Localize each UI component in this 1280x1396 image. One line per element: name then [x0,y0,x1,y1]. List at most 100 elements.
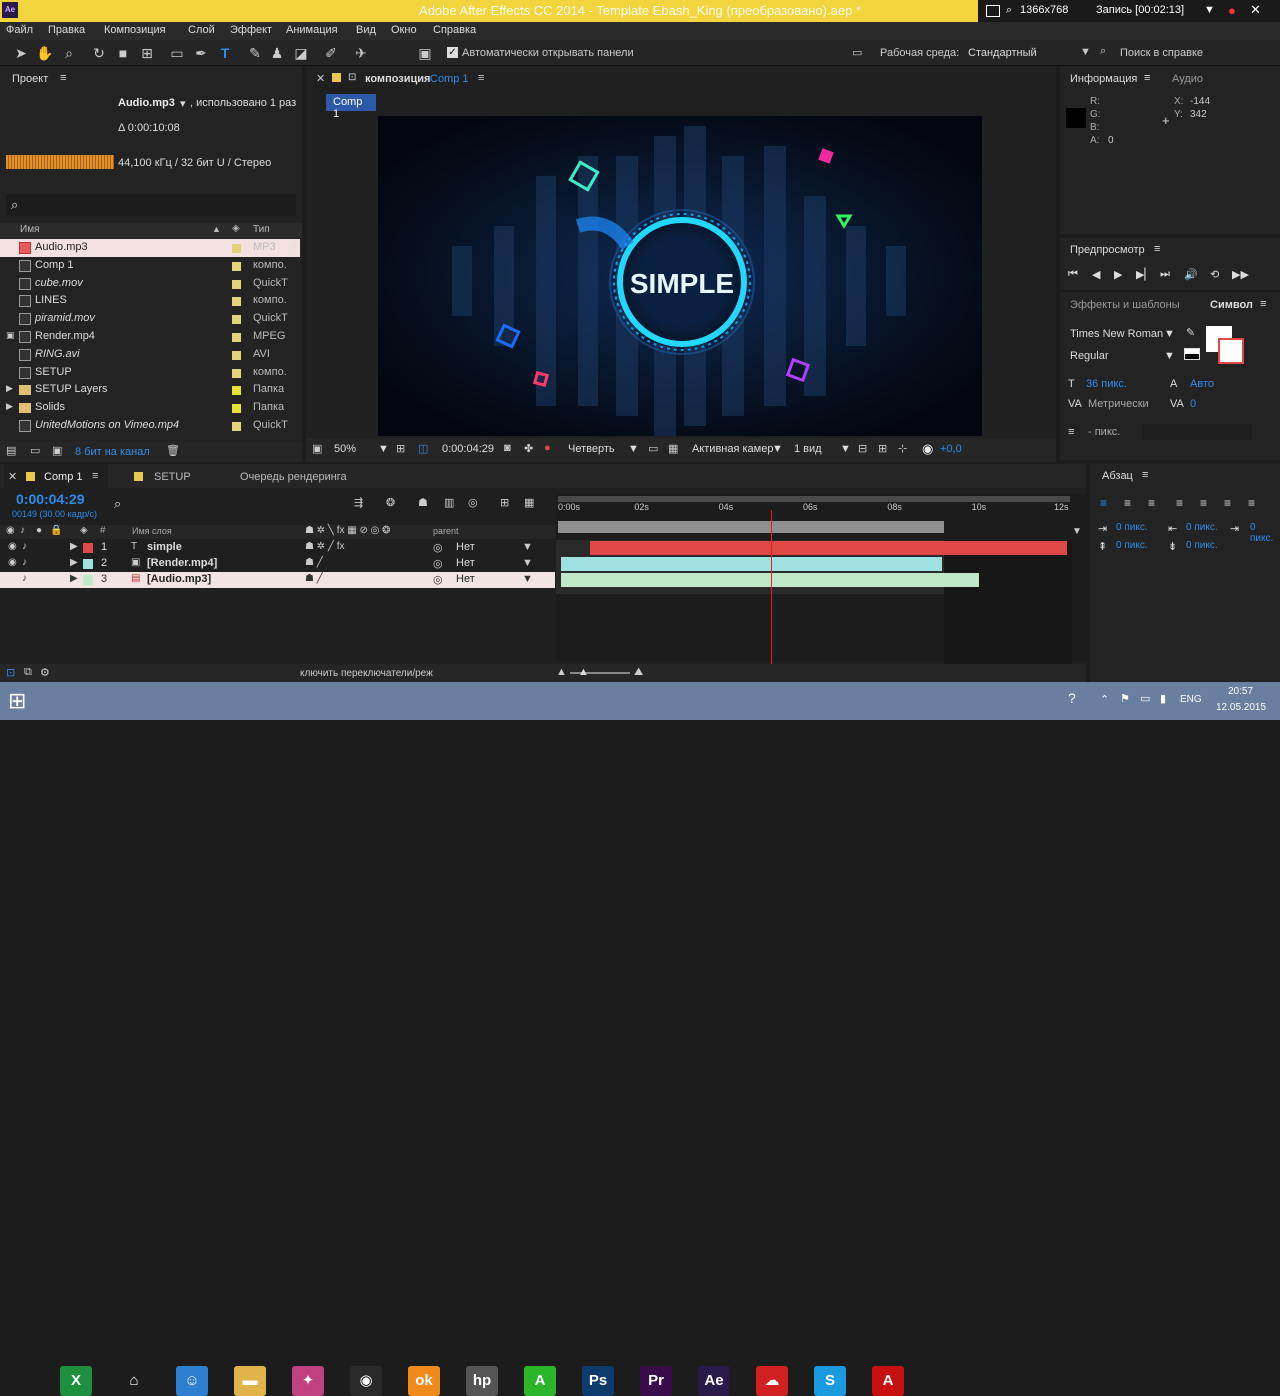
selection-tool-icon[interactable]: ➤ [12,44,30,62]
region-of-interest-icon[interactable]: ▭ [648,442,658,455]
previous-frame-icon[interactable]: ◀ [1092,268,1100,281]
project-item[interactable]: LINES компо. [0,292,300,310]
frame-blending-icon[interactable]: ▥ [444,496,454,509]
font-family-select[interactable]: Times New Roman [1070,328,1163,340]
eye-icon[interactable]: ◉ [8,557,17,568]
justify-all-icon[interactable]: ≡ [1248,496,1255,510]
project-search-input[interactable] [6,194,296,216]
pick-whip-icon[interactable]: ◎ [433,541,443,554]
solo-icon[interactable]: ● [36,525,42,536]
viewer-timecode[interactable]: 0:00:04:29 [442,443,494,455]
odnoklassniki-icon[interactable]: ok [408,1366,440,1396]
puppet-tool-icon[interactable]: ✈ [352,44,370,62]
creative-cloud-icon[interactable]: ☁ [756,1366,788,1396]
battery-icon[interactable]: ▭ [1140,692,1150,705]
audio-icon[interactable]: ♪ [22,573,27,584]
layer-switches[interactable]: ☗ ╱ [305,573,323,584]
audio-icon[interactable]: ♪ [20,525,25,536]
keyboard-language[interactable]: ENG [1180,694,1202,705]
layer-label-color[interactable] [83,575,93,585]
safe-zones-icon[interactable]: ⊞ [396,442,405,455]
chevron-down-icon[interactable]: ▼ [522,557,533,569]
monitor-icon[interactable] [986,5,1000,17]
menu-item[interactable]: Анимация [286,24,338,36]
space-before-value[interactable]: 0 пикс. [1116,540,1148,551]
snapshot-icon[interactable]: ◙ [504,442,511,454]
justify-center-icon[interactable]: ≡ [1200,496,1207,510]
clock-date[interactable]: 12.05.2015 [1216,702,1266,713]
next-frame-icon[interactable]: ▶▏ [1136,268,1153,281]
timeline-timecode[interactable]: 0:00:04:29 [16,491,85,507]
camera-tool-icon[interactable]: ■ [114,44,132,62]
justify-left-icon[interactable]: ≡ [1176,496,1183,510]
chevron-down-icon[interactable]: ▼ [1204,4,1215,16]
fast-previews-icon[interactable]: ⊞ [878,442,887,455]
first-frame-icon[interactable]: ⏮ [1068,268,1078,281]
transparency-grid-icon[interactable]: ▦ [668,442,678,455]
label-color-swatch[interactable] [232,368,241,378]
new-composition-icon[interactable]: ▣ [52,444,62,457]
clone-stamp-tool-icon[interactable]: ♟ [268,44,286,62]
timeline-layer-row[interactable]: ◉ ♪ ▶ 2 ▣ [Render.mp4] ☗ ╱ ◎ Нет ▼ [0,556,555,572]
chrome-icon[interactable]: ◉ [350,1366,382,1396]
windows-start-icon[interactable]: ⊞ [8,688,34,714]
timeline-layer-row[interactable]: ♪ ▶ 3 ▤ [Audio.mp3] ☗ ╱ ◎ Нет ▼ [0,572,555,588]
bit-depth-button[interactable]: 8 бит на канал [75,446,150,458]
expand-arrow-icon[interactable]: ▶ [70,541,78,552]
finder-icon[interactable]: ☺ [176,1366,208,1396]
project-item[interactable]: ▣ Render.mp4 MPEG [0,328,300,346]
type-column-header[interactable]: Тип [253,224,270,235]
menu-item[interactable]: Файл [6,24,33,36]
folder-icon[interactable]: ▬ [234,1366,266,1396]
mask-visibility-icon[interactable]: ◫ [418,442,428,455]
project-item[interactable]: ▶ Solids Папка [0,399,300,417]
flowchart-icon[interactable]: ⊹ [290,241,300,253]
eye-icon[interactable]: ◉ [6,525,15,536]
label-color-swatch[interactable] [232,386,241,396]
stroke-style-select[interactable] [1142,424,1252,440]
hp-icon[interactable]: hp [466,1366,498,1396]
draft-3d-icon[interactable]: ❂ [386,496,395,509]
comp-button-icon[interactable]: ▼ [1072,526,1082,537]
close-icon[interactable]: ✕ [316,72,325,85]
auto-open-checkbox[interactable]: ✓ [447,47,458,58]
tab-comp1-label[interactable]: Comp 1 [44,471,83,483]
label-color-swatch[interactable] [232,244,241,253]
tray-up-icon[interactable]: ⌃ [1100,693,1109,706]
layer-label-color[interactable] [83,559,93,569]
comp-tab-prefix[interactable]: композиция [365,73,430,85]
loop-icon[interactable]: ⟲ [1210,268,1219,281]
justify-right-icon[interactable]: ≡ [1224,496,1231,510]
layer-switches[interactable]: ☗ ✲ ╱ fx [305,541,344,552]
tab-render-queue-label[interactable]: Очередь рендеринга [240,471,347,483]
show-snapshot-icon[interactable]: ✤ [524,442,533,455]
skype-icon[interactable]: S [814,1366,846,1396]
help-icon[interactable]: ? [1068,690,1076,706]
chevron-down-icon[interactable]: ▼ [522,573,533,585]
project-item[interactable]: ▶ SETUP Layers Папка [0,381,300,399]
menu-item[interactable]: Вид [356,24,376,36]
exposure-reset-icon[interactable]: ◉ [922,441,933,457]
label-tag-icon[interactable]: ◈ [80,525,88,536]
flowchart-icon[interactable]: ⊹ [898,442,907,455]
indent-right-value[interactable]: 0 пикс. [1186,522,1218,533]
label-color-swatch[interactable] [232,350,241,360]
project-item[interactable]: cube.mov QuickT [0,275,300,293]
preview-tab[interactable]: Предпросмотр [1070,244,1145,256]
eye-icon[interactable]: ◉ [8,541,17,552]
toggle-expand-icon[interactable]: ⊡ [6,666,15,679]
zoom-tool-icon[interactable]: ⌕ [60,44,78,62]
parent-column-header[interactable]: parent [433,526,459,536]
acrobat-icon[interactable]: A [872,1366,904,1396]
type-tool-icon[interactable]: T [216,44,234,62]
rectangle-tool-icon[interactable]: ▭ [168,44,186,62]
paragraph-tab[interactable]: Абзац [1102,470,1133,482]
pen-tool-icon[interactable]: ✒ [192,44,210,62]
label-color-swatch[interactable] [232,261,241,271]
audio-icon[interactable]: 🔊 [1184,268,1198,281]
comp-tab-name[interactable]: Comp 1 [430,73,469,85]
chevron-down-icon[interactable]: ▼ [628,443,639,455]
pick-whip-icon[interactable]: ◎ [433,557,443,570]
workspace-select[interactable]: Стандартный [968,47,1037,59]
font-style-select[interactable]: Regular [1070,350,1109,362]
